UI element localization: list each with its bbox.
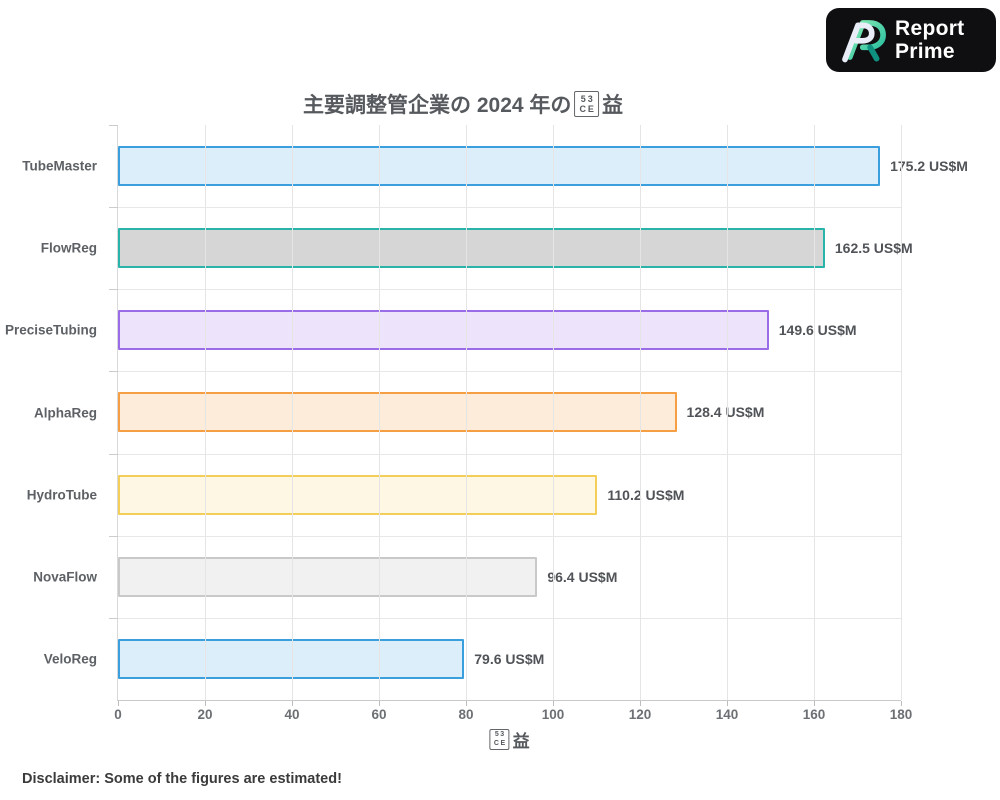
logo-wordmark: Report Prime	[895, 17, 964, 63]
report-prime-logo: Report Prime	[826, 8, 996, 72]
x-tick-label: 160	[802, 707, 826, 722]
x-tick-label: 120	[628, 707, 652, 722]
gridline	[292, 125, 293, 700]
y-axis-tick	[109, 535, 118, 537]
gridline	[727, 125, 728, 700]
logo-line1: Report	[895, 16, 965, 40]
category-label: VeloReg	[43, 651, 97, 667]
gridline	[814, 125, 815, 700]
bar	[118, 310, 769, 351]
y-axis-tick	[109, 289, 118, 291]
x-axis-tick	[205, 701, 206, 706]
category-label: FlowReg	[40, 240, 97, 256]
report-prime-r-icon	[842, 20, 886, 63]
x-tick-label: 40	[284, 707, 300, 722]
bar-row: 149.6 US$M	[118, 289, 901, 371]
chart-title-prefix: 主要調整管企業の 2024 年の	[303, 94, 572, 117]
y-axis-tick	[109, 125, 118, 126]
category-label: NovaFlow	[33, 569, 97, 585]
x-tick-label: 20	[197, 707, 213, 722]
y-axis-tick	[109, 617, 118, 619]
bar-value-label: 128.4 US$M	[686, 404, 765, 421]
gridline	[553, 125, 554, 700]
category-label: PreciseTubing	[4, 322, 97, 338]
bar-value-label: 149.6 US$M	[778, 322, 857, 339]
bar	[118, 556, 538, 597]
x-tick-label: 180	[889, 707, 913, 722]
x-axis-label: 53 CE 益	[486, 727, 530, 752]
row-separator	[109, 535, 901, 537]
row-separator	[109, 453, 901, 455]
bar-row: 110.2 US$M	[118, 454, 901, 536]
bar-value-label: 96.4 US$M	[547, 568, 618, 585]
bar	[118, 146, 881, 187]
x-tick-label: 140	[715, 707, 739, 722]
y-axis-tick	[109, 453, 118, 455]
row-separator	[109, 617, 901, 619]
disclaimer-text: Disclaimer: Some of the figures are esti…	[22, 771, 342, 787]
x-tick-label: 100	[541, 707, 565, 722]
missing-glyph-box-icon: 53 CE	[489, 729, 510, 750]
y-axis-tick	[109, 371, 118, 373]
chart-title-suffix: 益	[601, 94, 623, 117]
category-label: TubeMaster	[22, 158, 97, 174]
x-axis-tick	[727, 701, 728, 706]
bar	[118, 392, 677, 433]
bar-row: 175.2 US$M	[118, 125, 968, 207]
logo-line2: Prime	[895, 40, 955, 63]
gridline	[901, 125, 902, 700]
x-axis-tick	[814, 701, 815, 706]
gridline	[639, 125, 641, 700]
x-axis-tick	[553, 701, 554, 706]
bar-row: 79.6 US$M	[118, 618, 901, 700]
bar	[118, 474, 598, 515]
bar-row: 162.5 US$M	[118, 207, 913, 289]
y-axis-labels: TubeMaster FlowReg PreciseTubing AlphaReg Hy…	[0, 125, 107, 700]
bar	[118, 228, 825, 269]
bar-value-label: 110.2 US$M	[607, 486, 685, 503]
missing-glyph-box-icon: 53 CE	[574, 90, 599, 118]
bar-row: 128.4 US$M	[118, 371, 901, 453]
x-axis-tick	[639, 701, 641, 706]
plot-area: 175.2 US$M 162.5 US$M 149.6 US$M 128.4 US$M…	[109, 125, 968, 722]
bar-rows: 175.2 US$M 162.5 US$M 149.6 US$M 128.4 US$M…	[118, 125, 968, 700]
category-label: HydroTube	[26, 487, 97, 503]
x-tick-label: 60	[371, 707, 387, 722]
y-axis-tick	[109, 207, 118, 209]
gridline	[205, 125, 206, 700]
row-separator	[109, 207, 901, 209]
x-axis-tick	[378, 701, 380, 706]
x-axis-tick	[118, 701, 119, 706]
bar-row: 96.4 US$M	[118, 536, 901, 618]
bar-value-label: 79.6 US$M	[474, 650, 545, 667]
row-separator	[109, 289, 901, 291]
x-tick-label: 0	[114, 707, 122, 722]
gridline	[378, 125, 380, 700]
category-label: AlphaReg	[33, 405, 97, 420]
gridline	[466, 125, 467, 700]
row-separator	[109, 371, 901, 373]
x-axis-tick	[466, 701, 467, 706]
x-axis-label-suffix: 益	[512, 732, 530, 751]
x-axis-tick	[901, 701, 902, 706]
x-tick-label: 80	[458, 707, 474, 722]
x-axis-tick	[292, 701, 293, 706]
chart-title: 主要調整管企業の 2024 年の 53 CE 益	[303, 89, 623, 119]
